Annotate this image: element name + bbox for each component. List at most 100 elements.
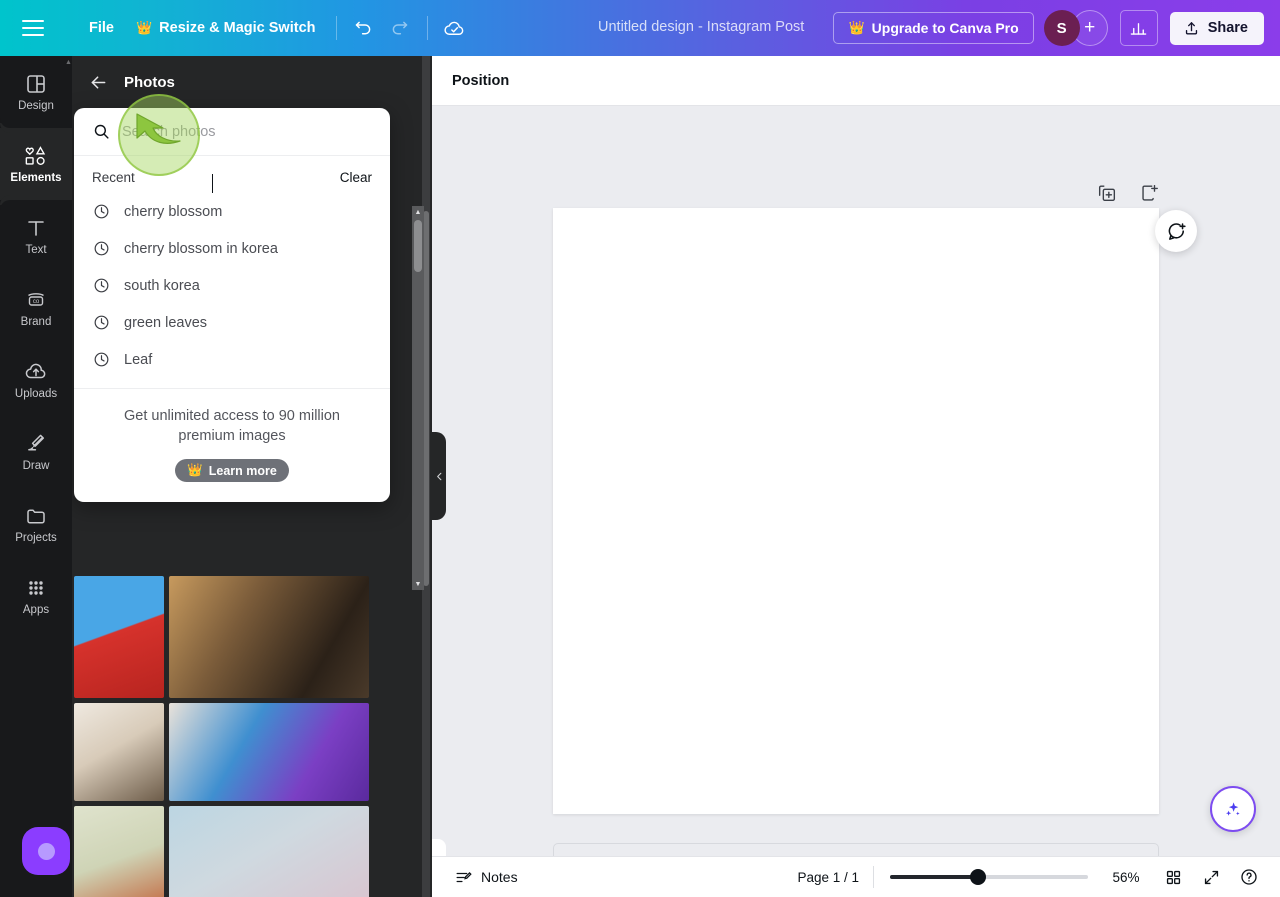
dropdown-scrollbar-thumb[interactable] xyxy=(414,220,422,272)
list-item[interactable] xyxy=(169,576,369,698)
panel-collapse-handle[interactable] xyxy=(432,432,446,520)
text-t-icon xyxy=(28,220,44,236)
notes-icon xyxy=(456,871,472,882)
layout-icon xyxy=(27,74,45,93)
arrow-left-icon[interactable] xyxy=(86,70,110,94)
file-menu-button[interactable]: File xyxy=(78,13,125,43)
canvas-area[interactable]: + Add page xyxy=(432,106,1280,897)
svg-text:co: co xyxy=(33,299,40,305)
list-item[interactable]: south korea xyxy=(74,267,390,304)
scroll-down-arrow[interactable]: ▼ xyxy=(412,578,424,590)
resize-magic-switch-button[interactable]: 👑 Resize & Magic Switch xyxy=(125,13,327,43)
shapes-icon xyxy=(25,145,46,165)
list-item[interactable] xyxy=(169,703,369,801)
sidebar-label-projects: Projects xyxy=(15,531,57,544)
sidebar-item-elements[interactable]: Elements xyxy=(0,118,72,210)
search-icon xyxy=(94,124,109,139)
list-item[interactable] xyxy=(74,806,164,897)
recent-item-label: south korea xyxy=(124,277,200,294)
sidebar-label-text: Text xyxy=(25,243,47,256)
search-input[interactable] xyxy=(122,123,362,140)
list-item[interactable] xyxy=(74,576,164,698)
pen-icon xyxy=(28,434,45,451)
crown-icon-promo: 👑 xyxy=(187,463,203,478)
record-circle-icon[interactable] xyxy=(22,827,70,875)
bottom-divider xyxy=(873,866,874,888)
recent-item-label: green leaves xyxy=(124,314,208,331)
upgrade-to-pro-button[interactable]: 👑 Upgrade to Canva Pro xyxy=(833,12,1034,44)
search-row xyxy=(74,108,390,156)
text-caret xyxy=(212,174,213,193)
clock-icon xyxy=(94,278,109,293)
hamburger-icon[interactable] xyxy=(22,14,50,42)
learn-more-button[interactable]: 👑 Learn more xyxy=(175,459,289,483)
recent-header: Recent Clear xyxy=(74,156,390,191)
top-bar-right: 👑 Upgrade to Canva Pro S + Share xyxy=(833,10,1264,46)
folder-icon xyxy=(27,509,45,524)
zoom-slider[interactable] xyxy=(890,869,1088,885)
clock-icon xyxy=(94,241,109,256)
rail-scrollbar[interactable]: ▲ xyxy=(65,59,72,893)
sidebar-item-text[interactable]: Text xyxy=(0,200,72,272)
design-page[interactable] xyxy=(553,208,1159,814)
top-bar: File 👑 Resize & Magic Switch Untitled de… xyxy=(0,0,1280,56)
dropdown-scrollbar[interactable]: ▲ ▼ xyxy=(412,206,424,590)
recent-item-label: Leaf xyxy=(124,351,153,368)
clock-icon xyxy=(94,352,109,367)
recent-item-label: cherry blossom xyxy=(124,203,223,220)
redo-icon[interactable] xyxy=(382,10,418,46)
scroll-up-arrow: ▲ xyxy=(65,59,72,66)
magic-assistant-button[interactable] xyxy=(1210,786,1256,832)
share-button[interactable]: Share xyxy=(1169,11,1264,45)
position-button[interactable]: Position xyxy=(452,73,509,89)
photo-grid xyxy=(72,576,432,897)
zoom-percent: 56% xyxy=(1112,869,1140,885)
clear-recent-button[interactable]: Clear xyxy=(340,170,372,185)
brand-box-icon: co xyxy=(28,292,44,306)
grid-view-icon[interactable] xyxy=(1156,862,1190,892)
toolbar-divider xyxy=(335,16,337,40)
sidebar-label-elements: Elements xyxy=(10,171,62,184)
expand-icon[interactable] xyxy=(1194,862,1228,892)
sidebar-label-draw: Draw xyxy=(22,459,50,472)
sidebar-item-brand[interactable]: co Brand xyxy=(0,272,72,344)
panel-title: Photos xyxy=(124,73,175,91)
list-item[interactable]: cherry blossom xyxy=(74,193,390,230)
sidebar-item-apps[interactable]: Apps xyxy=(0,560,72,632)
page-tools xyxy=(1096,182,1160,204)
list-item[interactable] xyxy=(74,703,164,801)
grid-dots-icon xyxy=(29,581,43,595)
sparkles-icon xyxy=(1226,802,1240,816)
add-page-icon[interactable] xyxy=(1138,182,1160,204)
bar-chart-icon[interactable] xyxy=(1119,10,1158,46)
scroll-up-arrow[interactable]: ▲ xyxy=(412,206,424,218)
help-icon[interactable] xyxy=(1232,862,1266,892)
list-item[interactable]: cherry blossom in korea xyxy=(74,230,390,267)
sidebar-item-draw[interactable]: Draw xyxy=(0,416,72,488)
cloud-saved-icon[interactable] xyxy=(437,10,473,46)
comment-add-icon[interactable] xyxy=(1155,210,1197,252)
undo-icon[interactable] xyxy=(346,10,382,46)
sidebar-item-design[interactable]: Design xyxy=(0,56,72,128)
panel-header: Photos xyxy=(72,56,432,108)
cloud-upload-icon xyxy=(25,363,46,378)
notes-button[interactable]: Notes xyxy=(454,868,518,887)
list-item[interactable]: green leaves xyxy=(74,304,390,341)
document-title[interactable]: Untitled design - Instagram Post xyxy=(598,19,804,35)
clock-icon xyxy=(94,204,109,219)
list-item[interactable]: Leaf xyxy=(74,341,390,378)
clock-icon xyxy=(94,315,109,330)
zoom-knob[interactable] xyxy=(970,869,986,885)
crown-icon-pro: 👑 xyxy=(848,20,865,35)
avatar[interactable]: S xyxy=(1043,10,1080,46)
recent-item-label: cherry blossom in korea xyxy=(124,240,278,257)
sidebar-label-uploads: Uploads xyxy=(14,387,58,400)
duplicate-page-icon[interactable] xyxy=(1096,182,1118,204)
sidebar-item-uploads[interactable]: Uploads xyxy=(0,344,72,416)
sidebar-item-projects[interactable]: Projects xyxy=(0,488,72,560)
recent-search-list: cherry blossom cherry blossom in korea s… xyxy=(74,191,390,388)
crown-icon: 👑 xyxy=(135,20,153,35)
list-item[interactable] xyxy=(169,806,369,897)
sidebar-label-apps: Apps xyxy=(22,603,50,616)
share-label: Share xyxy=(1207,20,1248,36)
